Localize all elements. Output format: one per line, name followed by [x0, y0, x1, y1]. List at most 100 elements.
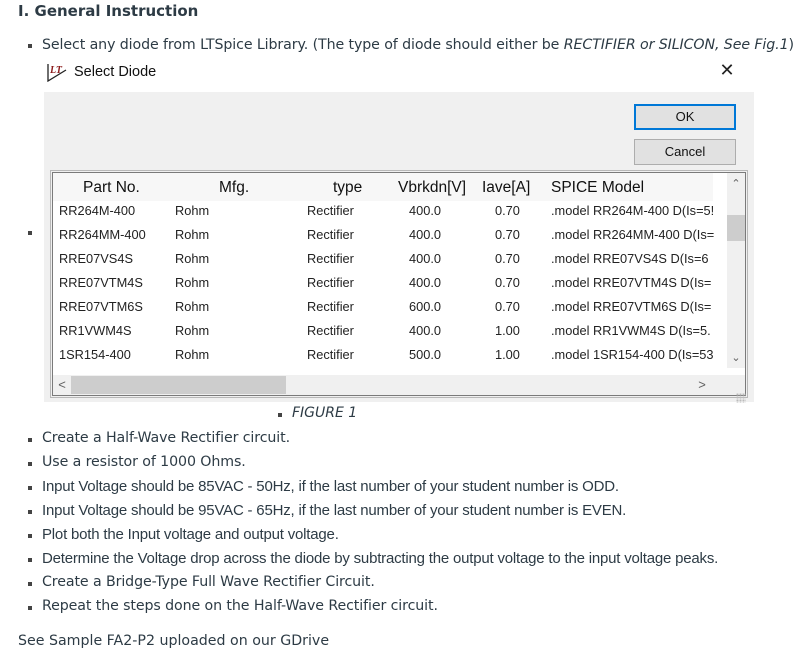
- cell-mfg: Rohm: [175, 251, 210, 266]
- vertical-scrollbar[interactable]: ⌃ ⌄: [727, 173, 745, 368]
- bullet-icon: [28, 558, 32, 562]
- instruction-step: Input Voltage should be 95VAC - 65Hz, if…: [42, 502, 627, 519]
- horizontal-scroll-thumb[interactable]: [71, 376, 286, 394]
- dialog-titlebar: LT Select Diode ✕: [46, 62, 746, 84]
- cell-part-no: RRE07VS4S: [59, 251, 133, 266]
- vertical-scroll-thumb[interactable]: [727, 215, 745, 241]
- cell-iave: 0.70: [495, 203, 520, 218]
- section-heading: I. General Instruction: [18, 2, 199, 20]
- cell-vbrkdn: 400.0: [409, 203, 442, 218]
- bullet-icon: [28, 231, 32, 235]
- cell-iave: 1.00: [495, 323, 520, 338]
- figure-caption: FIGURE 1: [292, 405, 358, 421]
- cell-spice-model: .model 1SR154-400 D(Is=53: [551, 347, 714, 362]
- ok-button[interactable]: OK: [634, 104, 736, 130]
- dialog-title: Select Diode: [74, 64, 157, 80]
- instruction-step: Create a Half-Wave Rectifier circuit.: [42, 430, 291, 446]
- bullet-icon: [28, 44, 32, 48]
- select-diode-dialog: OK Cancel Part No. Mfg. type Vbrkdn[V] I…: [44, 92, 754, 402]
- cell-vbrkdn: 400.0: [409, 227, 442, 242]
- cell-mfg: Rohm: [175, 227, 210, 242]
- cell-type: Rectifier: [307, 251, 354, 266]
- intro-instruction: Select any diode from LTSpice Library. (…: [42, 37, 794, 53]
- bullet-icon: [28, 486, 32, 490]
- cell-vbrkdn: 400.0: [409, 275, 442, 290]
- cell-spice-model: .model RR264M-400 D(Is=5!: [551, 203, 715, 218]
- bullet-icon: [278, 413, 282, 417]
- table-row[interactable]: RR1VWM4S Rohm Rectifier 400.0 1.00 .model RR1…: [53, 323, 713, 347]
- instruction-step: Plot both the Input voltage and output v…: [42, 526, 339, 543]
- cell-iave: 0.70: [495, 227, 520, 242]
- cell-iave: 0.70: [495, 275, 520, 290]
- scroll-down-icon[interactable]: ⌄: [727, 349, 745, 367]
- cell-vbrkdn: 500.0: [409, 347, 442, 362]
- bullet-icon: [28, 582, 32, 586]
- cell-part-no: RRE07VTM4S: [59, 275, 143, 290]
- table-row[interactable]: 1SR154-400 Rohm Rectifier 500.0 1.00 .model 1…: [53, 347, 714, 371]
- bullet-icon: [28, 510, 32, 514]
- ltspice-logo-icon: LT: [47, 64, 67, 82]
- column-header-type[interactable]: type: [333, 179, 362, 197]
- cell-spice-model: .model RRE07VTM6S D(Is=: [551, 299, 712, 314]
- cell-vbrkdn: 400.0: [409, 323, 442, 338]
- horizontal-scrollbar[interactable]: < >: [53, 375, 745, 395]
- bullet-icon: [28, 534, 32, 538]
- cell-part-no: RR264MM-400: [59, 227, 146, 242]
- cell-part-no: 1SR154-400: [59, 347, 131, 362]
- cell-type: Rectifier: [307, 347, 354, 362]
- instruction-step: Input Voltage should be 85VAC - 50Hz, if…: [42, 478, 619, 495]
- cell-spice-model: .model RRE07VTM4S D(Is=: [551, 275, 712, 290]
- intro-emphasis: RECTIFIER or SILICON, See Fig.1: [563, 37, 789, 53]
- diode-list[interactable]: Part No. Mfg. type Vbrkdn[V] Iave[A] SPI…: [50, 170, 748, 398]
- column-header-part-no[interactable]: Part No.: [83, 179, 140, 197]
- cell-mfg: Rohm: [175, 323, 210, 338]
- scroll-left-icon[interactable]: <: [53, 375, 71, 395]
- cell-type: Rectifier: [307, 227, 354, 242]
- bullet-icon: [28, 606, 32, 610]
- table-row[interactable]: RRE07VS4S Rohm Rectifier 400.0 0.70 .model RR…: [53, 251, 713, 275]
- table-row[interactable]: RRE07VTM4S Rohm Rectifier 400.0 0.70 .model R…: [53, 275, 713, 299]
- cell-spice-model: .model RRE07VS4S D(Is=6: [551, 251, 709, 266]
- cell-type: Rectifier: [307, 275, 354, 290]
- cell-part-no: RR264M-400: [59, 203, 136, 218]
- footer-note: See Sample FA2-P2 uploaded on our GDrive: [18, 633, 330, 649]
- instruction-step: Use a resistor of 1000 Ohms.: [42, 454, 246, 470]
- cell-mfg: Rohm: [175, 275, 210, 290]
- cell-vbrkdn: 400.0: [409, 251, 442, 266]
- cell-part-no: RRE07VTM6S: [59, 299, 143, 314]
- resize-grip[interactable]: [736, 393, 746, 403]
- table-row[interactable]: RRE07VTM6S Rohm Rectifier 600.0 0.70 .model R…: [53, 299, 713, 323]
- cell-iave: 1.00: [495, 347, 520, 362]
- intro-text-end: ): [788, 37, 795, 53]
- table-row[interactable]: RR264M-400 Rohm Rectifier 400.0 0.70 .model R…: [53, 203, 715, 227]
- column-header-mfg[interactable]: Mfg.: [219, 179, 249, 197]
- cell-type: Rectifier: [307, 299, 354, 314]
- svg-text:LT: LT: [49, 65, 63, 76]
- scroll-up-icon[interactable]: ⌃: [727, 175, 745, 193]
- instruction-step: Repeat the steps done on the Half-Wave R…: [42, 598, 438, 614]
- cell-mfg: Rohm: [175, 203, 210, 218]
- cell-spice-model: .model RR264MM-400 D(Is=: [551, 227, 715, 242]
- cell-vbrkdn: 600.0: [409, 299, 442, 314]
- cell-mfg: Rohm: [175, 347, 210, 362]
- cancel-button[interactable]: Cancel: [634, 139, 736, 165]
- cell-iave: 0.70: [495, 251, 520, 266]
- table-row[interactable]: RR264MM-400 Rohm Rectifier 400.0 0.70 .model …: [53, 227, 715, 251]
- close-icon[interactable]: ✕: [718, 62, 736, 80]
- bullet-icon: [28, 462, 32, 466]
- cell-iave: 0.70: [495, 299, 520, 314]
- instruction-step: Create a Bridge-Type Full Wave Rectifier…: [42, 574, 375, 590]
- cell-part-no: RR1VWM4S: [59, 323, 132, 338]
- intro-text: Select any diode from LTSpice Library. (…: [42, 37, 564, 53]
- cell-type: Rectifier: [307, 203, 354, 218]
- cell-spice-model: .model RR1VWM4S D(Is=5.: [551, 323, 711, 338]
- column-header-vbrkdn[interactable]: Vbrkdn[V]: [398, 179, 466, 197]
- instruction-step: Determine the Voltage drop across the di…: [42, 550, 719, 567]
- scroll-right-icon[interactable]: >: [693, 375, 711, 395]
- column-header-iave[interactable]: Iave[A]: [482, 179, 530, 197]
- cell-type: Rectifier: [307, 323, 354, 338]
- column-header-spice-model[interactable]: SPICE Model: [551, 179, 644, 197]
- cell-mfg: Rohm: [175, 299, 210, 314]
- bullet-icon: [28, 438, 32, 442]
- list-header: Part No. Mfg. type Vbrkdn[V] Iave[A] SPI…: [53, 173, 713, 201]
